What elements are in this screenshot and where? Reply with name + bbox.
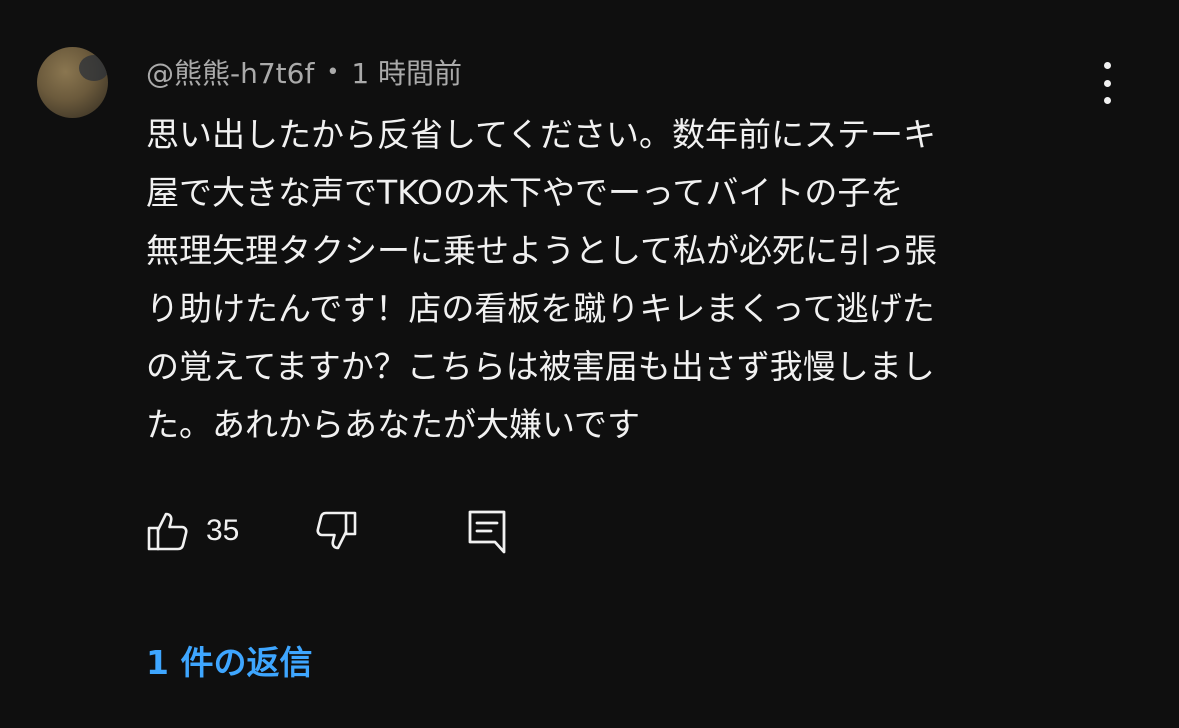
comment-actions: 35 [146,508,646,554]
like-button[interactable]: 35 [146,508,239,554]
avatar[interactable] [37,47,108,118]
replies-toggle[interactable]: 1 件の返信 [146,636,312,684]
thumbs-down-icon [316,511,357,550]
comment-text: 思い出したから反省してください。数年前にステーキ 屋で大きな声でTKOの木下やで… [146,106,1101,454]
comment-line: 思い出したから反省してください。数年前にステーキ [146,115,937,154]
dislike-button[interactable] [314,508,358,554]
comment-line: 無理矢理タクシーに乗せようとして私が必死に引っ張 [146,231,938,270]
thumbs-up-icon [147,512,188,551]
header-separator: • [326,59,340,85]
kebab-dot [1103,62,1111,69]
more-vert-icon[interactable] [1092,62,1122,104]
comment-line: 屋で大きな声でTKOの木下やでーってバイトの子を [146,173,904,212]
comment-header: @熊熊-h7t6f • 1 時間前 [146,52,462,92]
like-count: 35 [206,514,240,547]
comment-time[interactable]: 1 時間前 [351,52,462,92]
kebab-dot [1103,97,1111,104]
comment-line: た。あれからあなたが大嫌いです [146,405,641,444]
comment-reply-icon [468,510,506,554]
reply-button[interactable] [466,508,510,554]
author-name[interactable]: @熊熊-h7t6f [146,52,314,92]
comment-line: の覚えてますか？こちらは被害届も出さず我慢しまし [146,347,935,386]
comment-line: り助けたんです！店の看板を蹴りキレまくって逃げた [146,289,935,328]
kebab-dot [1103,79,1111,87]
